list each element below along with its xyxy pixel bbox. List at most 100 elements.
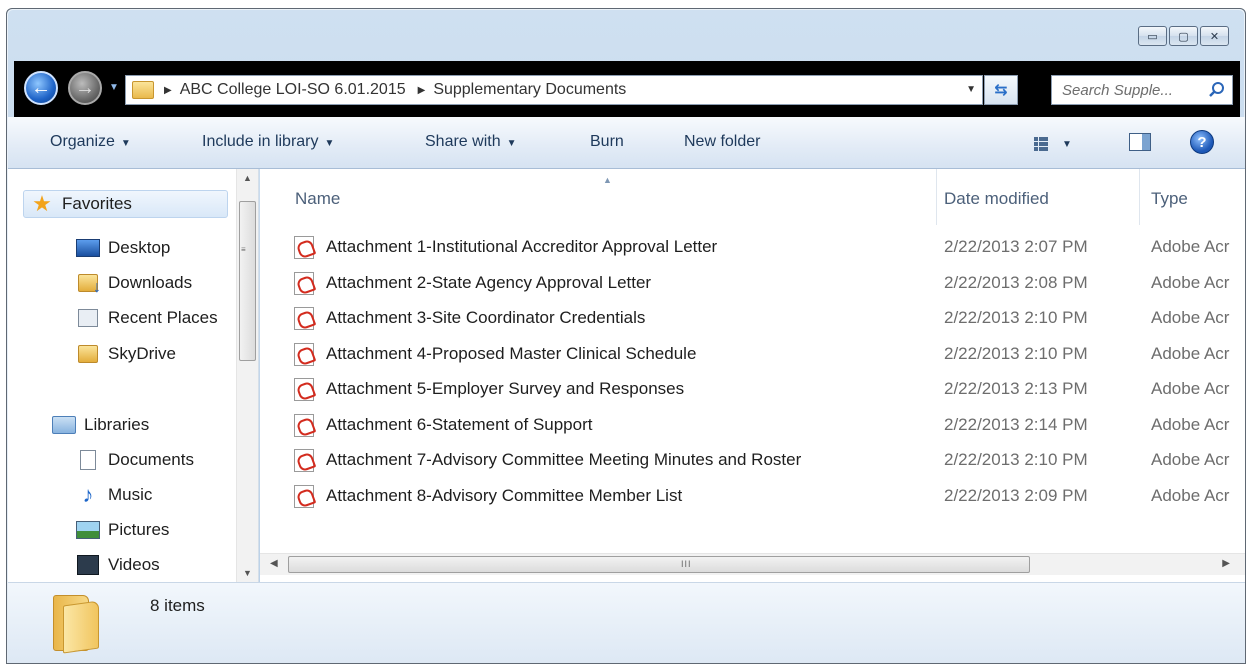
file-date-modified: 2/22/2013 2:13 PM	[944, 379, 1088, 398]
item-count: 8 items	[150, 596, 205, 615]
nav-music[interactable]: ♪ Music	[76, 481, 153, 509]
caret-down-icon: ▼	[120, 138, 131, 149]
nav-documents-label: Documents	[108, 450, 194, 469]
column-header-date-modified[interactable]: Date modified	[944, 169, 1049, 229]
nav-favorites[interactable]: ★ Favorites	[23, 190, 228, 218]
back-button[interactable]: ←	[24, 71, 58, 105]
address-bar[interactable]: ▶ ABC College LOI-SO 6.01.2015 ▶ Supplem…	[125, 75, 983, 105]
file-name: Attachment 1-Institutional Accreditor Ap…	[326, 237, 718, 256]
file-type: Adobe Acr	[1151, 237, 1230, 256]
breadcrumb-parent[interactable]: ABC College LOI-SO 6.01.2015	[180, 81, 406, 99]
column-header-name[interactable]: Name	[295, 169, 340, 229]
forward-button[interactable]: →	[68, 71, 102, 105]
nav-recent-places[interactable]: Recent Places	[76, 304, 218, 332]
nav-documents[interactable]: Documents	[76, 446, 194, 474]
scroll-down-icon[interactable]: ▼	[243, 568, 252, 578]
nav-favorites-label: Favorites	[62, 194, 132, 213]
nav-videos[interactable]: Videos	[76, 551, 160, 579]
file-row[interactable]: Attachment 6-Statement of Support 2/22/2…	[260, 409, 1245, 445]
nav-libraries[interactable]: Libraries	[52, 411, 149, 439]
folder-icon	[76, 344, 100, 364]
breadcrumb-current[interactable]: Supplementary Documents	[433, 81, 626, 99]
file-row[interactable]: Attachment 2-State Agency Approval Lette…	[260, 267, 1245, 303]
nav-pictures[interactable]: Pictures	[76, 516, 169, 544]
pdf-file-icon	[294, 449, 314, 472]
details-view-icon	[1034, 137, 1048, 151]
nav-music-label: Music	[108, 485, 153, 504]
file-type: Adobe Acr	[1151, 485, 1230, 505]
file-date-modified: 2/22/2013 2:07 PM	[944, 237, 1088, 256]
nav-libraries-label: Libraries	[84, 415, 150, 434]
caret-down-icon: ▼	[1062, 138, 1072, 150]
preview-pane-icon[interactable]	[1129, 133, 1151, 151]
folder-icon	[132, 81, 154, 99]
folder-icon	[53, 595, 101, 654]
star-icon: ★	[32, 191, 52, 216]
navigation-pane: ★ Favorites Desktop Downloads Recent Pla…	[8, 169, 259, 582]
share-with-menu[interactable]: Share with ▼	[425, 133, 517, 151]
nav-pane-scrollbar[interactable]: ▲ ≡ ▼	[236, 169, 258, 582]
new-folder-button[interactable]: New folder	[684, 133, 760, 151]
file-name: Attachment 8-Advisory Committee Member L…	[326, 485, 683, 505]
scroll-grip-icon: ≡	[241, 245, 246, 254]
file-date-modified: 2/22/2013 2:09 PM	[944, 485, 1088, 505]
scroll-left-icon[interactable]: ◀	[270, 558, 278, 569]
file-row[interactable]: Attachment 8-Advisory Committee Member L…	[260, 480, 1245, 516]
file-name: Attachment 4-Proposed Master Clinical Sc…	[326, 343, 697, 363]
search-box[interactable]	[1051, 75, 1233, 105]
scroll-right-icon[interactable]: ▶	[1222, 558, 1230, 569]
file-row[interactable]: Attachment 3-Site Coordinator Credential…	[260, 302, 1245, 338]
help-icon: ?	[1197, 133, 1207, 151]
pdf-file-icon	[294, 378, 314, 401]
nav-desktop[interactable]: Desktop	[76, 234, 170, 262]
file-name: Attachment 6-Statement of Support	[326, 414, 593, 434]
chevron-right-icon[interactable]: ▶	[418, 85, 426, 96]
organize-menu[interactable]: Organize ▼	[50, 133, 131, 151]
nav-skydrive-label: SkyDrive	[108, 344, 177, 363]
file-type: Adobe Acr	[1151, 450, 1230, 469]
column-divider[interactable]	[936, 169, 937, 225]
recent-pages-dropdown-icon[interactable]: ▼	[109, 82, 119, 93]
nav-downloads[interactable]: Downloads	[76, 269, 192, 297]
include-in-library-menu[interactable]: Include in library ▼	[202, 133, 334, 151]
change-view-button[interactable]: ▼	[1034, 133, 1078, 155]
file-date-modified: 2/22/2013 2:10 PM	[944, 308, 1088, 327]
desktop-icon	[76, 238, 100, 258]
search-input[interactable]	[1062, 81, 1210, 99]
column-header-type[interactable]: Type	[1151, 169, 1188, 229]
maximize-button[interactable]: ▢	[1169, 26, 1198, 46]
scroll-up-icon[interactable]: ▲	[243, 173, 252, 183]
file-row[interactable]: Attachment 5-Employer Survey and Respons…	[260, 373, 1245, 409]
file-type: Adobe Acr	[1151, 308, 1230, 327]
file-list: Attachment 1-Institutional Accreditor Ap…	[260, 231, 1245, 516]
file-list-horizontal-scrollbar[interactable]: ◀ III ▶	[260, 553, 1245, 575]
file-row[interactable]: Attachment 1-Institutional Accreditor Ap…	[260, 231, 1245, 267]
scroll-grip-icon: III	[681, 559, 692, 569]
burn-button[interactable]: Burn	[590, 133, 624, 151]
address-band: ← → ▼ ▶ ABC College LOI-SO 6.01.2015 ▶ S…	[14, 61, 1240, 117]
help-button[interactable]: ?	[1190, 130, 1214, 154]
file-type: Adobe Acr	[1151, 414, 1230, 434]
close-button[interactable]: ✕	[1200, 26, 1229, 46]
documents-icon	[76, 450, 100, 470]
nav-scroll-thumb[interactable]	[239, 201, 256, 361]
file-row[interactable]: Attachment 4-Proposed Master Clinical Sc…	[260, 338, 1245, 374]
horizontal-scroll-thumb[interactable]: III	[288, 556, 1030, 573]
nav-skydrive[interactable]: SkyDrive	[76, 340, 176, 368]
column-divider[interactable]	[1139, 169, 1140, 225]
search-icon[interactable]	[1208, 81, 1226, 99]
music-note-icon: ♪	[82, 482, 94, 507]
nav-desktop-label: Desktop	[108, 238, 171, 257]
nav-pictures-label: Pictures	[108, 520, 170, 539]
file-row[interactable]: Attachment 7-Advisory Committee Meeting …	[260, 444, 1245, 480]
refresh-button[interactable]: ⇆	[984, 75, 1018, 105]
share-with-label: Share with	[425, 133, 501, 150]
file-date-modified: 2/22/2013 2:08 PM	[944, 272, 1088, 292]
address-history-dropdown-icon[interactable]: ▼	[966, 84, 976, 95]
back-arrow-icon: ←	[31, 76, 51, 99]
file-name: Attachment 2-State Agency Approval Lette…	[326, 272, 652, 292]
caret-down-icon: ▼	[506, 138, 517, 149]
videos-icon	[76, 555, 100, 575]
chevron-right-icon[interactable]: ▶	[164, 85, 172, 96]
minimize-button[interactable]: ▭	[1138, 26, 1167, 46]
